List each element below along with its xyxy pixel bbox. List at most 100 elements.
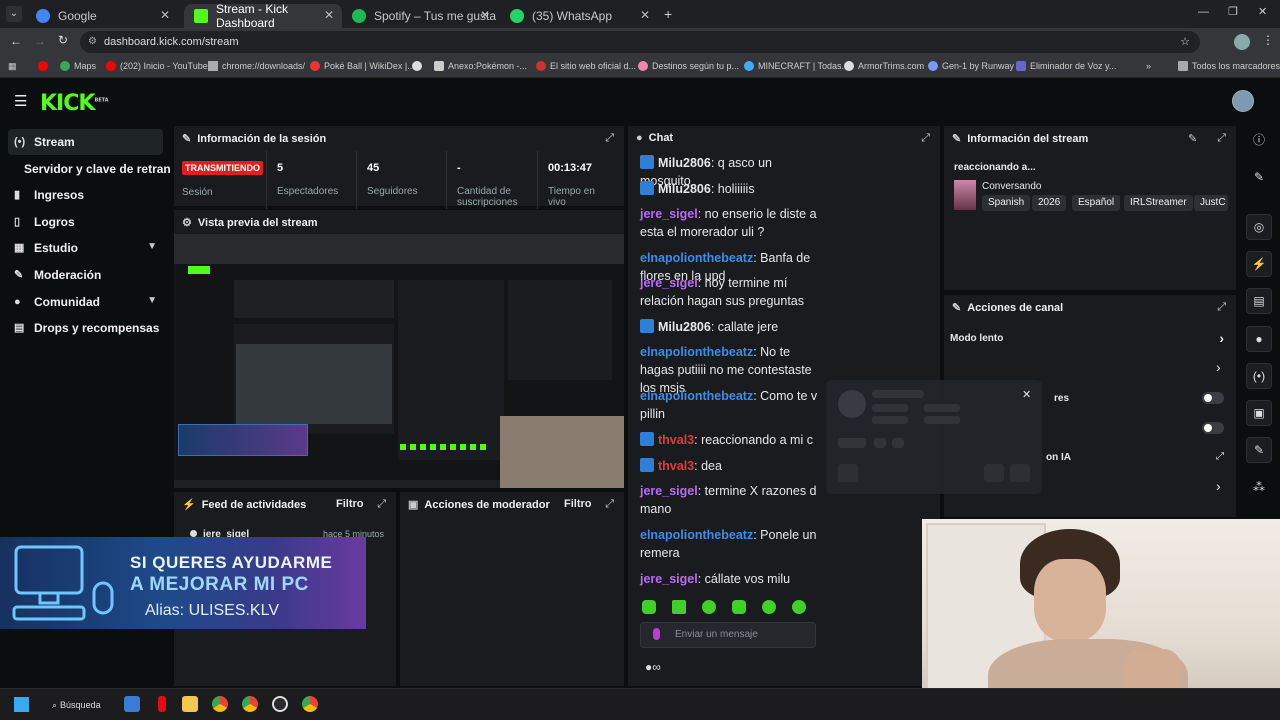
bookmark-downloads[interactable]: chrome://downloads/ bbox=[208, 61, 305, 71]
bookmark-youtube-red[interactable] bbox=[38, 61, 52, 71]
close-icon[interactable]: ✕ bbox=[324, 8, 334, 22]
bookmark-runway[interactable]: Gen-1 by Runway bbox=[928, 61, 1014, 71]
sidebar-item-moderacion[interactable]: ✎ Moderación bbox=[8, 262, 163, 288]
toggle-switch[interactable] bbox=[1202, 392, 1224, 404]
close-window-button[interactable]: ✕ bbox=[1258, 5, 1267, 18]
bookmark-destinos[interactable]: Destinos según tu p... bbox=[638, 61, 739, 71]
emote-icon[interactable] bbox=[762, 600, 776, 614]
chat-icon[interactable]: ● bbox=[1246, 326, 1272, 352]
netflix-icon[interactable] bbox=[158, 696, 166, 712]
sidebar-item-comunidad[interactable]: ● Comunidad ▼ bbox=[8, 289, 163, 315]
wrench-icon[interactable]: ✎ bbox=[1246, 437, 1272, 463]
filter-button[interactable]: Filtro bbox=[564, 498, 592, 510]
layers-icon[interactable]: ▣ bbox=[1246, 400, 1272, 426]
bookmark-all[interactable]: Todos los marcadores bbox=[1178, 61, 1280, 71]
toggle-switch[interactable] bbox=[1202, 422, 1224, 434]
emote-icon[interactable] bbox=[792, 600, 806, 614]
broadcast-icon[interactable]: (•) bbox=[1246, 363, 1272, 389]
close-icon[interactable]: ✕ bbox=[640, 8, 650, 22]
bookmark-minecraft[interactable]: MINECRAFT | Todas... bbox=[744, 61, 849, 71]
bookmark-youtube[interactable]: (202) Inicio - YouTube bbox=[106, 61, 208, 71]
info-icon[interactable]: ⓘ bbox=[1246, 128, 1272, 154]
stream-tag[interactable]: Spanish bbox=[982, 195, 1031, 211]
emote-icon[interactable] bbox=[702, 600, 716, 614]
tab-search-icon[interactable]: ⌄ bbox=[6, 6, 22, 22]
chat-username[interactable]: elnapolionthebeatz bbox=[640, 345, 753, 359]
chat-username[interactable]: elnapolionthebeatz bbox=[640, 251, 753, 265]
obs-icon[interactable] bbox=[272, 696, 288, 712]
emote-icon[interactable] bbox=[642, 600, 656, 614]
bookmark-pokemon-site[interactable]: El sitio web oficial d... bbox=[536, 61, 636, 71]
stream-tag[interactable]: Español bbox=[1072, 195, 1121, 211]
tab-spotify[interactable]: Spotify – Tus me gusta ✕ bbox=[342, 4, 498, 28]
chat-username[interactable]: Milu2806 bbox=[658, 320, 711, 334]
site-info-icon[interactable]: ⚙ bbox=[88, 31, 97, 53]
menu-icon[interactable]: ⋮ bbox=[1262, 33, 1274, 47]
chat-username[interactable]: thval3 bbox=[658, 459, 694, 473]
windows-start-icon[interactable] bbox=[14, 697, 29, 712]
emote-icon[interactable] bbox=[672, 600, 686, 614]
apps-icon[interactable]: ▦ bbox=[8, 61, 17, 72]
close-icon[interactable]: ✕ bbox=[480, 8, 490, 22]
reload-icon[interactable]: ↻ bbox=[58, 33, 68, 47]
profile-icon[interactable] bbox=[1234, 34, 1250, 50]
forward-icon[interactable]: → bbox=[34, 34, 46, 48]
lightning-icon[interactable]: ⚡ bbox=[1246, 251, 1272, 277]
emote-icon[interactable] bbox=[732, 600, 746, 614]
document-icon[interactable]: ▤ bbox=[1246, 288, 1272, 314]
more-bookmarks-icon[interactable]: » bbox=[1146, 61, 1151, 71]
stream-tag[interactable]: 2026 bbox=[1032, 195, 1067, 211]
chat-input[interactable]: Enviar un mensaje bbox=[640, 622, 816, 648]
stream-video[interactable] bbox=[174, 234, 624, 488]
expand-icon[interactable]: ⤢ bbox=[605, 498, 614, 511]
taskbar-search[interactable]: ⌕ Búsqueda bbox=[44, 695, 106, 715]
share-icon[interactable]: ⁂ bbox=[1246, 475, 1272, 501]
expand-icon[interactable]: ⤢ bbox=[605, 132, 614, 145]
stream-tag[interactable]: IRLStreamer bbox=[1124, 195, 1193, 211]
chrome-icon[interactable] bbox=[212, 696, 228, 712]
bookmark-anexo[interactable]: Anexo:Pokémon -... bbox=[434, 61, 527, 71]
maximize-button[interactable]: ❐ bbox=[1228, 5, 1238, 18]
chat-username[interactable]: jere_sigel bbox=[640, 207, 698, 221]
chat-username[interactable]: jere_sigel bbox=[640, 276, 698, 290]
slow-mode-row[interactable]: Modo lento › bbox=[950, 330, 1232, 346]
task-view-icon[interactable] bbox=[124, 696, 140, 712]
chat-username[interactable]: jere_sigel bbox=[640, 572, 698, 586]
close-icon[interactable]: ✕ bbox=[1022, 388, 1031, 401]
kick-logo[interactable]: KICKBETA bbox=[40, 91, 109, 116]
back-icon[interactable]: ← bbox=[10, 34, 22, 48]
pencil-icon[interactable]: ✎ bbox=[1246, 165, 1272, 191]
bookmark-armortrims[interactable]: ArmorTrims.com bbox=[844, 61, 924, 71]
sidebar-item-stream[interactable]: (•) Stream bbox=[8, 129, 163, 155]
chat-username[interactable]: Milu2806 bbox=[658, 182, 711, 196]
expand-icon[interactable]: ⤢ bbox=[921, 132, 930, 145]
tab-google[interactable]: Google ✕ bbox=[26, 4, 178, 28]
chat-username[interactable]: Milu2806 bbox=[658, 156, 711, 170]
tab-whatsapp[interactable]: (35) WhatsApp ✕ bbox=[500, 4, 658, 28]
expand-icon[interactable]: ⤢ bbox=[1217, 132, 1226, 145]
sidebar-item-ingresos[interactable]: ▮ Ingresos bbox=[8, 182, 163, 208]
sidebar-item-server-key[interactable]: Servidor y clave de retransmisión bbox=[18, 156, 170, 182]
close-icon[interactable]: ✕ bbox=[160, 8, 170, 22]
external-link-icon[interactable]: ⤢ bbox=[1216, 451, 1224, 462]
chat-username[interactable]: elnapolionthebeatz bbox=[640, 389, 753, 403]
edit-icon[interactable]: ✎ bbox=[1188, 132, 1197, 145]
file-explorer-icon[interactable] bbox=[182, 696, 198, 712]
url-input[interactable]: ⚙ dashboard.kick.com/stream ☆ bbox=[80, 31, 1200, 53]
chat-settings-icon[interactable]: ●∞ bbox=[645, 660, 661, 674]
minimize-button[interactable]: — bbox=[1198, 6, 1209, 18]
expand-icon[interactable]: ⤢ bbox=[1217, 301, 1226, 314]
microphone-icon[interactable] bbox=[653, 628, 660, 640]
new-tab-button[interactable]: + bbox=[664, 6, 672, 22]
chat-username[interactable]: jere_sigel bbox=[640, 484, 698, 498]
hamburger-menu-icon[interactable]: ☰ bbox=[14, 92, 27, 110]
stream-tag[interactable]: JustC bbox=[1194, 195, 1228, 211]
bookmark-star-icon[interactable]: ☆ bbox=[1180, 31, 1190, 53]
bookmark-wikidex[interactable]: Poké Ball | WikiDex |... bbox=[310, 61, 415, 71]
chrome-profile-2-icon[interactable] bbox=[302, 696, 318, 712]
chevron-right-icon[interactable]: › bbox=[1216, 359, 1221, 375]
expand-icon[interactable]: ⤢ bbox=[377, 498, 386, 511]
sidebar-item-drops[interactable]: ▤ Drops y recompensas bbox=[8, 315, 163, 341]
filter-button[interactable]: Filtro bbox=[336, 498, 364, 510]
chat-username[interactable]: thval3 bbox=[658, 433, 694, 447]
